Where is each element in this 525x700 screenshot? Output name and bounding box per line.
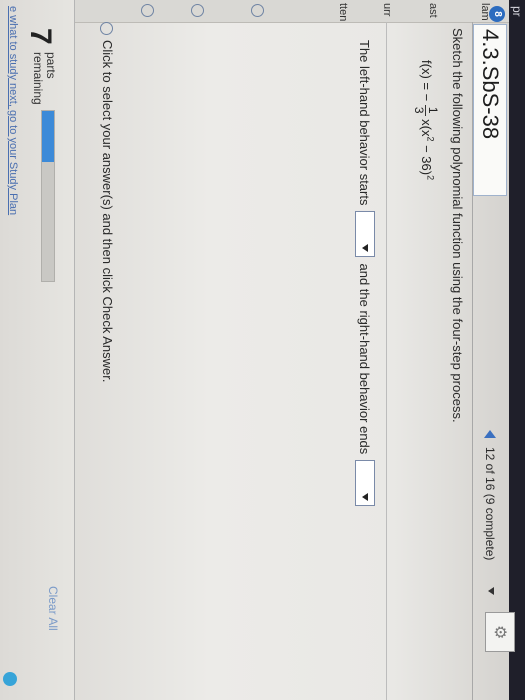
fraction-denominator: 3: [412, 106, 426, 114]
sidebar-item[interactable]: tten: [337, 3, 349, 21]
formula-body: x(x: [419, 119, 435, 137]
formula-lhs: f(x) = −: [419, 60, 435, 102]
sidebar-circle-icon[interactable]: [191, 4, 204, 17]
title-box: 4.3.SbS-38: [473, 24, 507, 196]
end-behavior-row: The left-hand behavior starts and the ri…: [355, 40, 375, 507]
left-sidebar: lam ast urr tten: [0, 0, 509, 23]
dropdown-caret-icon: [362, 493, 368, 502]
parts-label-line: parts: [44, 52, 58, 79]
left-behavior-select[interactable]: [355, 211, 375, 258]
triangle-left-icon[interactable]: [484, 430, 496, 438]
formula-exponent: 2: [425, 175, 436, 181]
parts-remaining-label: parts remaining: [31, 52, 58, 105]
parts-progress-bar: [41, 110, 55, 282]
top-strip: pr: [509, 0, 525, 700]
clear-all-button[interactable]: Clear All: [46, 586, 60, 631]
left-behavior-label: The left-hand behavior starts: [357, 40, 373, 206]
function-formula: f(x) = − 1 3 x(x2 − 36)2: [412, 60, 440, 181]
screen: pr lam ast urr tten 8 4.3.SbS-38 12 of 1…: [0, 0, 525, 700]
sidebar-circle-icon[interactable]: [141, 4, 154, 17]
header-divider: [472, 22, 473, 700]
parts-label-line: remaining: [31, 52, 45, 105]
fraction-numerator: 1: [425, 104, 440, 116]
section-divider: [386, 22, 387, 700]
right-behavior-label: and the right-hand behavior ends: [357, 263, 373, 455]
question-badge: 8: [489, 6, 505, 22]
question-instruction: Sketch the following polynomial function…: [450, 28, 465, 423]
click-instruction: Click to select your answer(s) and then …: [100, 40, 115, 383]
formula-tail: − 36): [419, 141, 435, 176]
study-plan-link[interactable]: e what to study next, go to your Study P…: [7, 6, 19, 215]
chevron-down-icon[interactable]: [488, 587, 494, 595]
sidebar-circle-icon[interactable]: [251, 4, 264, 17]
dropdown-caret-icon: [362, 244, 368, 253]
info-circle-icon: [100, 22, 113, 35]
sidebar-item[interactable]: ast: [427, 3, 439, 18]
homework-page: pr lam ast urr tten 8 4.3.SbS-38 12 of 1…: [0, 0, 525, 700]
question-progress[interactable]: 12 of 16 (9 complete): [483, 447, 497, 560]
question-title: 4.3.SbS-38: [478, 29, 503, 140]
formula-fraction: 1 3: [412, 104, 440, 116]
parts-remaining-count: 7: [24, 28, 57, 45]
top-strip-label: pr: [510, 6, 524, 17]
help-circle-icon[interactable]: [3, 672, 17, 686]
sidebar-item[interactable]: urr: [381, 3, 393, 16]
right-behavior-select[interactable]: [355, 460, 375, 507]
parts-progress-fill: [42, 111, 54, 162]
settings-button[interactable]: ⚙: [485, 612, 515, 652]
gear-icon: ⚙: [491, 625, 508, 640]
